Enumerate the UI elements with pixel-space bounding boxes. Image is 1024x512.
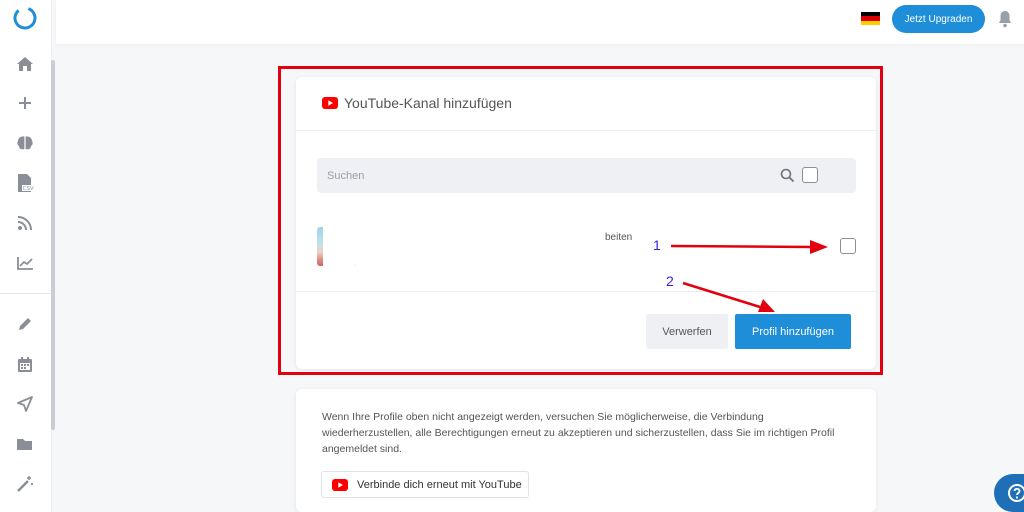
plus-icon[interactable] [14, 92, 36, 114]
magic-wand-icon[interactable] [14, 473, 36, 495]
calendar-icon[interactable] [14, 353, 36, 375]
help-button[interactable] [994, 474, 1024, 512]
annotation-number-2: 2 [666, 273, 674, 289]
svg-text:CSV: CSV [23, 186, 34, 192]
annotation-number-1: 1 [653, 237, 661, 253]
germany-flag-icon[interactable] [861, 12, 880, 25]
sidebar: CSV [0, 0, 52, 512]
info-card: Wenn Ihre Profile oben nicht angezeigt w… [296, 389, 876, 512]
csv-file-icon[interactable]: CSV [14, 172, 36, 194]
youtube-icon [332, 478, 348, 491]
help-icon [1008, 484, 1024, 502]
brain-icon[interactable] [14, 132, 36, 154]
line-chart-icon[interactable] [14, 252, 36, 274]
send-icon[interactable] [14, 393, 36, 415]
reconnect-label: Verbinde dich erneut mit YouTube [357, 478, 522, 491]
rss-icon[interactable] [14, 212, 36, 234]
info-text: Wenn Ihre Profile oben nicht angezeigt w… [322, 411, 835, 455]
home-icon[interactable] [14, 53, 36, 75]
sidebar-divider [0, 293, 52, 294]
reconnect-youtube-button[interactable]: Verbinde dich erneut mit YouTube [321, 471, 529, 498]
highlight-box [278, 66, 883, 375]
pencil-icon[interactable] [14, 313, 36, 335]
sidebar-scrollbar[interactable] [51, 60, 55, 430]
logo[interactable] [12, 5, 38, 31]
folder-icon[interactable] [14, 433, 36, 455]
bell-icon[interactable] [997, 10, 1013, 28]
upgrade-button[interactable]: Jetzt Upgraden [892, 5, 985, 33]
